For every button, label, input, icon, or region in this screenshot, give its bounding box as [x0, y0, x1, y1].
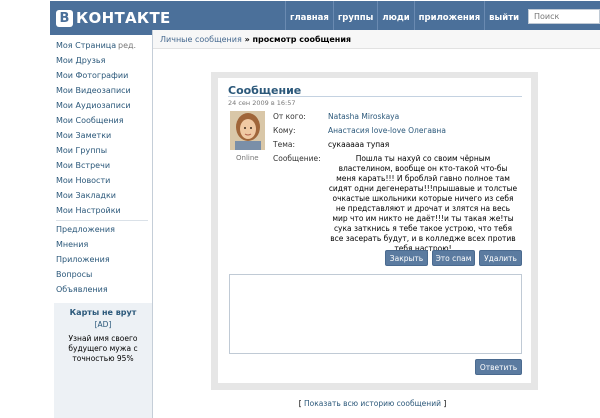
close-button[interactable]: Закрыть	[385, 250, 428, 266]
from-value[interactable]: Natasha Miroskaya	[328, 112, 399, 121]
sidebar-item-groups[interactable]: Мои Группы	[56, 146, 107, 155]
reply-button[interactable]: Ответить	[475, 359, 522, 375]
from-label: От кого:	[273, 112, 306, 121]
breadcrumb: Личные сообщения » просмотр сообщения	[153, 30, 600, 49]
sidebar-item-videos[interactable]: Мои Видеозаписи	[56, 86, 131, 95]
sidebar-item-bookmarks[interactable]: Мои Закладки	[56, 191, 116, 200]
sidebar-item-opinions[interactable]: Мнения	[56, 240, 88, 249]
sidebar-item-notes[interactable]: Мои Заметки	[56, 131, 111, 140]
subject-value: сукааааа тупая	[328, 140, 390, 149]
logo-text: КОНТАКТЕ	[76, 9, 171, 27]
subject-label: Тема:	[273, 140, 295, 149]
sidebar-item-events[interactable]: Мои Встречи	[56, 161, 110, 170]
history-bracket-close: ]	[440, 399, 447, 408]
sidebar-item-applications[interactable]: Приложения	[56, 255, 110, 264]
history-link[interactable]: Показать всю историю сообщений	[304, 399, 441, 408]
to-label: Кому:	[273, 126, 296, 135]
ad-tag: [AD]	[94, 320, 112, 329]
sidebar-item-settings[interactable]: Мои Настройки	[56, 206, 121, 215]
sidebar-divider	[56, 220, 148, 221]
vk-logo[interactable]: В КОНТАКТЕ	[56, 8, 171, 28]
breadcrumb-current: просмотр сообщения	[252, 35, 352, 44]
logo-icon: В	[56, 9, 73, 27]
breadcrumb-messages[interactable]: Личные сообщения	[160, 35, 242, 44]
sidebar-item-audio[interactable]: Мои Аудиозаписи	[56, 101, 131, 110]
ad-title[interactable]: Карты не врут	[54, 308, 152, 317]
message-body: Пошла ты нахуй со своим чёрным властелин…	[328, 154, 518, 253]
to-value[interactable]: Анастасия love-love Олегавна	[328, 126, 446, 135]
online-status: Online	[236, 154, 259, 162]
sidebar-item-friends[interactable]: Мои Друзья	[56, 56, 105, 65]
sidebar-item-photos[interactable]: Мои Фотографии	[56, 71, 128, 80]
sidebar-item-questions[interactable]: Вопросы	[56, 270, 92, 279]
breadcrumb-separator: »	[241, 35, 253, 44]
sidebar-item-my-page[interactable]: Моя Страница	[56, 41, 116, 50]
delete-button[interactable]: Удалить	[479, 250, 522, 266]
sidebar-item-news[interactable]: Мои Новости	[56, 176, 110, 185]
body-label: Сообщение:	[273, 154, 321, 163]
sidebar-item-ads[interactable]: Объявления	[56, 285, 108, 294]
ad-text[interactable]: Узнай имя своего будущего мужа с точност…	[58, 334, 148, 364]
avatar-photo	[230, 111, 265, 150]
sidebar-item-offers[interactable]: Предложения	[56, 225, 115, 234]
avatar[interactable]	[230, 111, 265, 150]
title-divider	[228, 96, 522, 97]
sidebar-border	[152, 30, 153, 418]
reply-textarea[interactable]	[229, 274, 522, 354]
search-input[interactable]: Поиск	[528, 9, 600, 24]
spam-button[interactable]: Это спам	[432, 250, 475, 266]
history-link-row: [ Показать всю историю сообщений ]	[0, 399, 600, 408]
sidebar-item-messages[interactable]: Мои Сообщения	[56, 116, 124, 125]
edit-link[interactable]: ред.	[118, 41, 136, 50]
message-date: 24 сен 2009 в 16:57	[228, 99, 296, 107]
